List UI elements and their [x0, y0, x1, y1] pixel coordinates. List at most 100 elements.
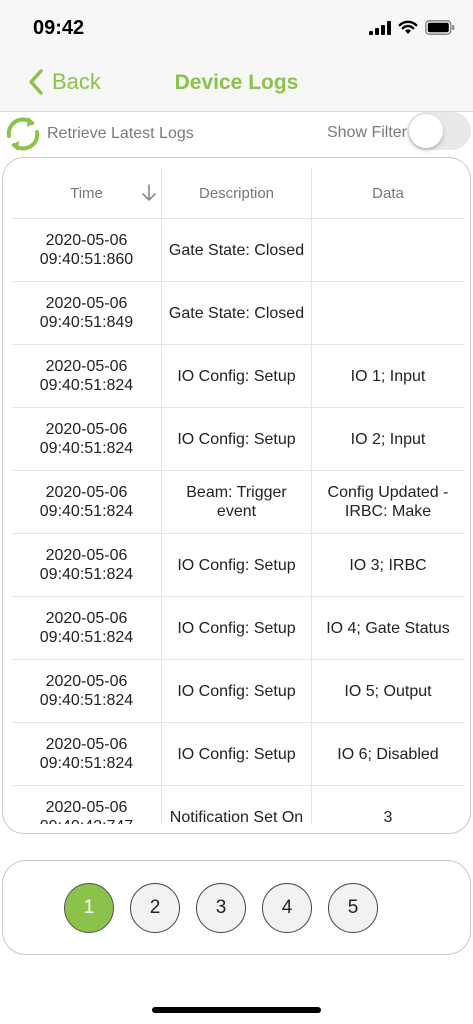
cell-data-text: IO 5; Output: [344, 682, 432, 700]
cell-data-text: IO 2; Input: [350, 430, 426, 448]
cell-description: IO Config: Setup: [162, 534, 312, 596]
cell-time: 2020-05-06 09:40:51:824: [12, 345, 162, 407]
logs-table-card: Time Description Data 2020-05-06 09:40:5…: [2, 157, 471, 834]
refresh-icon: [6, 117, 40, 151]
cell-time-text: 2020-05-06 09:40:51:824: [39, 484, 134, 520]
logs-table[interactable]: Time Description Data 2020-05-06 09:40:5…: [12, 168, 464, 824]
cell-time-text: 2020-05-06 09:40:51:824: [39, 421, 134, 457]
cell-time-text: 2020-05-06 09:40:51:824: [39, 547, 134, 583]
cell-data-text: IO 6; Disabled: [337, 745, 439, 763]
nav-bar: Back Device Logs: [0, 56, 473, 112]
retrieve-logs-button[interactable]: Retrieve Latest Logs: [4, 112, 194, 156]
show-filter-toggle[interactable]: [407, 112, 471, 150]
page-button-2[interactable]: 2: [130, 883, 180, 933]
cell-time: 2020-05-06 09:40:51:824: [12, 534, 162, 596]
cell-time-text: 2020-05-06 09:40:51:824: [39, 358, 134, 394]
show-filter-label: Show Filter: [326, 124, 407, 141]
cell-time-text: 2020-05-06 09:40:51:860: [39, 232, 134, 268]
table-row[interactable]: 2020-05-06 09:40:51:824 IO Config: Setup I…: [12, 660, 464, 723]
header-data: Data: [312, 168, 464, 218]
table-row[interactable]: 2020-05-06 09:40:51:824 IO Config: Setup I…: [12, 597, 464, 660]
pagination: 12345: [64, 883, 378, 933]
table-body: 2020-05-06 09:40:51:860 Gate State: Close…: [12, 219, 464, 824]
cell-description-text: IO Config: Setup: [177, 682, 296, 700]
cell-description: Beam: Trigger event: [162, 471, 312, 533]
cell-description: IO Config: Setup: [162, 597, 312, 659]
cell-data: IO 3; IRBC: [312, 534, 464, 596]
table-row[interactable]: 2020-05-06 09:40:51:860 Gate State: Close…: [12, 219, 464, 282]
cell-description: IO Config: Setup: [162, 723, 312, 785]
cell-data: 3: [312, 786, 464, 825]
cell-description-text: IO Config: Setup: [177, 556, 296, 574]
sort-down-icon[interactable]: [141, 183, 157, 203]
cell-description: IO Config: Setup: [162, 408, 312, 470]
cell-time-text: 2020-05-06 09:40:51:824: [39, 673, 134, 709]
table-row[interactable]: 2020-05-06 09:40:42:747 Notification Set …: [12, 786, 464, 824]
header-description: Description: [162, 168, 312, 218]
header-data-label: Data: [372, 184, 404, 202]
cell-time-text: 2020-05-06 09:40:51:824: [39, 736, 134, 772]
page-button-5[interactable]: 5: [328, 883, 378, 933]
status-time: 09:42: [33, 17, 85, 39]
cell-description: Gate State: Closed: [162, 282, 312, 344]
cell-data: Config Updated - IRBC: Make: [312, 471, 464, 533]
cell-description-text: IO Config: Setup: [177, 430, 296, 448]
cell-description: IO Config: Setup: [162, 660, 312, 722]
cell-data-text: 3: [383, 808, 393, 825]
toolbar: Retrieve Latest Logs Show Filter: [0, 112, 473, 156]
page-title: Device Logs: [174, 71, 299, 94]
cell-data-text: IO 3; IRBC: [349, 556, 427, 574]
cell-time-text: 2020-05-06 09:40:42:747: [40, 799, 133, 824]
header-description-label: Description: [198, 184, 275, 202]
cell-data: IO 6; Disabled: [312, 723, 464, 785]
status-icons: [369, 20, 455, 35]
cell-time: 2020-05-06 09:40:42:747: [12, 786, 162, 824]
cell-time-text: 2020-05-06 09:40:51:824: [39, 610, 134, 646]
cell-description: Gate State: Closed: [162, 219, 312, 281]
cell-description-text: IO Config: Setup: [177, 367, 296, 385]
cell-description-text: Gate State: Closed: [168, 241, 305, 259]
signal-icon: [369, 20, 391, 35]
cell-time-text: 2020-05-06 09:40:51:849: [39, 295, 134, 331]
header-time[interactable]: Time: [12, 168, 162, 218]
cell-data: IO 4; Gate Status: [312, 597, 464, 659]
cell-time: 2020-05-06 09:40:51:824: [12, 597, 162, 659]
cell-description: IO Config: Setup: [162, 345, 312, 407]
pagination-card: 12345: [2, 860, 471, 955]
table-row[interactable]: 2020-05-06 09:40:51:824 Beam: Trigger eve…: [12, 471, 464, 534]
cell-data-text: IO 1; Input: [350, 367, 426, 385]
wifi-icon: [398, 20, 418, 34]
header-time-label: Time: [70, 184, 103, 202]
page-button-4[interactable]: 4: [262, 883, 312, 933]
cell-data-text: Config Updated - IRBC: Make: [327, 484, 449, 520]
table-row[interactable]: 2020-05-06 09:40:51:824 IO Config: Setup I…: [12, 345, 464, 408]
table-row[interactable]: 2020-05-06 09:40:51:824 IO Config: Setup I…: [12, 534, 464, 597]
table-row[interactable]: 2020-05-06 09:40:51:824 IO Config: Setup I…: [12, 723, 464, 786]
cell-time: 2020-05-06 09:40:51:824: [12, 408, 162, 470]
cell-data: IO 2; Input: [312, 408, 464, 470]
cell-data-text: IO 4; Gate Status: [326, 619, 450, 637]
cell-time: 2020-05-06 09:40:51:824: [12, 471, 162, 533]
cell-data: [312, 219, 464, 281]
retrieve-logs-label: Retrieve Latest Logs: [47, 125, 194, 142]
status-bar: 09:42: [0, 0, 473, 56]
page-button-3[interactable]: 3: [196, 883, 246, 933]
cell-description-text: IO Config: Setup: [177, 619, 296, 637]
home-indicator: [152, 1007, 321, 1013]
cell-data: [312, 282, 464, 344]
battery-icon: [425, 20, 455, 35]
cell-description: Notification Set On: [162, 786, 312, 824]
cell-time: 2020-05-06 09:40:51:860: [12, 219, 162, 281]
cell-time: 2020-05-06 09:40:51:824: [12, 660, 162, 722]
cell-description-text: Notification Set On: [169, 808, 304, 825]
page-button-1[interactable]: 1: [64, 883, 114, 933]
toggle-knob: [409, 114, 443, 148]
cell-data: IO 1; Input: [312, 345, 464, 407]
cell-description-text: Gate State: Closed: [168, 304, 305, 322]
table-row[interactable]: 2020-05-06 09:40:51:824 IO Config: Setup I…: [12, 408, 464, 471]
cell-description-text: Beam: Trigger event: [186, 484, 287, 520]
cell-description-text: IO Config: Setup: [177, 745, 296, 763]
cell-data: IO 5; Output: [312, 660, 464, 722]
table-row[interactable]: 2020-05-06 09:40:51:849 Gate State: Close…: [12, 282, 464, 345]
cell-time: 2020-05-06 09:40:51:849: [12, 282, 162, 344]
